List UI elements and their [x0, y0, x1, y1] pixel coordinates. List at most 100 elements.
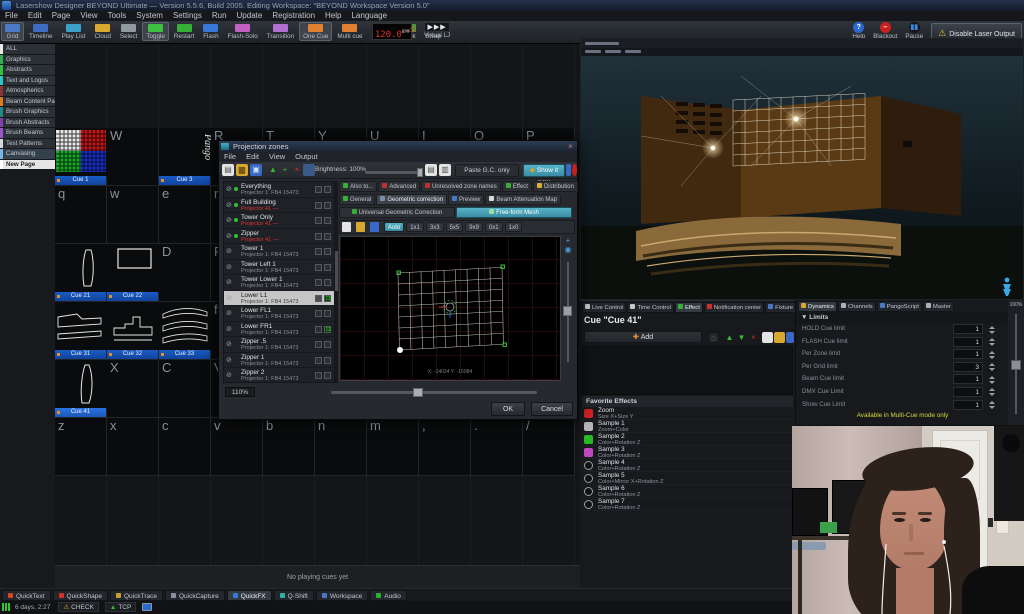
cue-cell[interactable]: A Cue 21	[55, 244, 107, 302]
add-icon[interactable]: +	[279, 164, 291, 176]
toolbar-button[interactable]: Cloud	[90, 22, 114, 41]
spinner-down-icon[interactable]	[989, 381, 995, 384]
spinner-down-icon[interactable]	[989, 331, 995, 334]
toolbar-button[interactable]: Restart	[170, 22, 198, 41]
zone-toggle-b[interactable]	[324, 326, 331, 333]
mesh-size-button[interactable]: 1x1	[406, 222, 424, 232]
check-status[interactable]: ⚠CHECK	[58, 602, 99, 612]
menu-item[interactable]: Run	[207, 11, 232, 21]
sidebar-page-tab[interactable]: Brush Graphics	[0, 107, 55, 118]
limit-spinner[interactable]: 1	[953, 337, 983, 347]
zone-toggle-b[interactable]	[324, 372, 331, 379]
zone-toggle-a[interactable]	[315, 202, 322, 209]
mesh-grid[interactable]: X: -14034 Y: -15084	[340, 237, 560, 380]
zone-item[interactable]: ⊘ Lower L1 Projector 1: FB4 15473	[224, 291, 334, 307]
zone-item[interactable]: ⊘ Lower FL1 Projector 1: FB4 15473	[224, 306, 334, 322]
toolbar-button[interactable]: Toggle	[142, 22, 169, 41]
panel-tab[interactable]: Notification center	[704, 302, 764, 313]
zone-toggle-b[interactable]	[324, 310, 331, 317]
cue-cell[interactable]: n	[315, 418, 367, 476]
quick-tool-tab[interactable]: Q-Shift	[274, 590, 314, 601]
zone-toggle-a[interactable]	[315, 310, 322, 317]
quick-tool-tab[interactable]: QuickFX	[227, 590, 272, 601]
move-down-icon[interactable]: ▼	[736, 332, 747, 343]
menu-item[interactable]: Update	[232, 11, 268, 21]
mesh-size-button[interactable]: Auto	[384, 222, 404, 232]
zone-toggle-b[interactable]	[324, 341, 331, 348]
panel-tab[interactable]: Dynamics	[798, 301, 837, 312]
delete-icon[interactable]: ×	[291, 164, 303, 176]
zone-item[interactable]: ⊘ Zipper Projector 41 —	[224, 229, 334, 245]
spinner-up-icon[interactable]	[989, 326, 995, 329]
sidebar-page-tab[interactable]: Graphics	[0, 55, 55, 66]
menu-item[interactable]: Settings	[168, 11, 207, 21]
spinner-up-icon[interactable]	[989, 388, 995, 391]
dialog-tab[interactable]: Also to...	[339, 181, 377, 192]
effect-item[interactable]: Zoom Size X+Size Y	[582, 407, 793, 420]
quick-tool-tab[interactable]: QuickShape	[53, 590, 108, 601]
cue-cell[interactable]: X	[107, 360, 159, 418]
zone-disabled-icon[interactable]: ⊘	[226, 309, 232, 317]
mesh-edit-canvas[interactable]: X: -14034 Y: -15084	[339, 236, 561, 381]
zone-toggle-b[interactable]	[324, 202, 331, 209]
spinner-down-icon[interactable]	[989, 393, 995, 396]
zone-toggle-b[interactable]	[324, 186, 331, 193]
menu-item[interactable]: File	[0, 11, 23, 21]
dialog-menu-item[interactable]: Edit	[241, 152, 264, 162]
zone-settings-icon[interactable]	[303, 164, 315, 176]
toolbar-button[interactable]: Flash	[199, 22, 222, 41]
cue-cell[interactable]: D	[159, 244, 211, 302]
sidebar-page-tab[interactable]: Canvasing	[0, 149, 55, 160]
effect-item[interactable]: Sample 4 Color+Rotation Z	[582, 459, 793, 472]
zone-toggle-b[interactable]	[324, 233, 331, 240]
limit-spinner[interactable]: 3	[953, 362, 983, 372]
dialog-tab[interactable]: General	[339, 194, 375, 205]
mesh-open-icon[interactable]	[356, 222, 365, 232]
new-file-icon[interactable]: ▤	[222, 164, 234, 176]
menu-item[interactable]: Edit	[23, 11, 47, 21]
menu-item[interactable]: Tools	[103, 11, 132, 21]
spinner-down-icon[interactable]	[989, 356, 995, 359]
selected-mesh-node[interactable]	[397, 347, 403, 353]
zone-item[interactable]: ⊘ Everything Projector 1: FB4 15473	[224, 182, 334, 198]
effect-item[interactable]: Sample 3 Color+Rotation Z	[582, 446, 793, 459]
dialog-tab[interactable]: Advanced	[378, 181, 420, 192]
fader-knob[interactable]	[1011, 360, 1021, 370]
virtual-lj-button[interactable]: ▶▶▶ Virtual LJ	[424, 22, 450, 39]
limit-spinner[interactable]: 1	[953, 400, 983, 410]
mesh-zoom-slider[interactable]	[331, 391, 537, 394]
toolbar-button[interactable]: Multi cue	[333, 22, 366, 41]
sidebar-page-tab[interactable]: Brush Abstracts	[0, 118, 55, 129]
mesh-size-button[interactable]: 3x3	[426, 222, 444, 232]
viz-titlebar[interactable]	[581, 39, 1023, 48]
limit-spinner[interactable]: 1	[953, 324, 983, 334]
zone-item[interactable]: ⊘ Tower Lower 1 Projector 1: FB4 15473	[224, 275, 334, 291]
limit-spinner[interactable]: 1	[953, 349, 983, 359]
cue-cell[interactable]: e	[159, 186, 211, 244]
limit-spinner[interactable]: 1	[953, 374, 983, 384]
sidebar-page-tab[interactable]: Brush Beams	[0, 128, 55, 139]
zone-toggle-a[interactable]	[315, 295, 322, 302]
quick-tool-tab[interactable]: QuickTrace	[110, 590, 163, 601]
cancel-button[interactable]: Cancel	[531, 402, 573, 416]
zone-toggle-b[interactable]	[324, 279, 331, 286]
cue-cell[interactable]: .	[471, 418, 523, 476]
sidebar-page-tab[interactable]: Text and Logos	[0, 76, 55, 87]
effect-item[interactable]: Sample 1 Zoom+Color	[582, 420, 793, 433]
cue-cell[interactable]: Z Cue 41	[55, 360, 107, 418]
brightness-slider[interactable]	[365, 171, 421, 174]
zone-toggle-b[interactable]	[324, 295, 331, 302]
sidebar-page-tab[interactable]: Abstracts	[0, 65, 55, 76]
menu-item[interactable]: Registration	[267, 11, 320, 21]
effect-stack-area[interactable]	[582, 346, 793, 395]
canvas-add-icon[interactable]: +	[564, 237, 572, 245]
zone-item[interactable]: ⊘ Lower FR1 Projector 1: FB4 15473	[224, 322, 334, 338]
monitor-icon[interactable]	[142, 603, 152, 611]
zone-toggle-a[interactable]	[315, 217, 322, 224]
correction-mode-tab[interactable]: Universal Geometric Correction	[339, 207, 455, 218]
open-folder-icon[interactable]: ▆	[236, 164, 248, 176]
zone-disabled-icon[interactable]: ⊘	[226, 232, 232, 240]
cue-cell[interactable]: C	[159, 360, 211, 418]
viz-3d-scene[interactable]	[581, 56, 1023, 299]
quick-tool-tab[interactable]: Workspace	[316, 590, 368, 601]
